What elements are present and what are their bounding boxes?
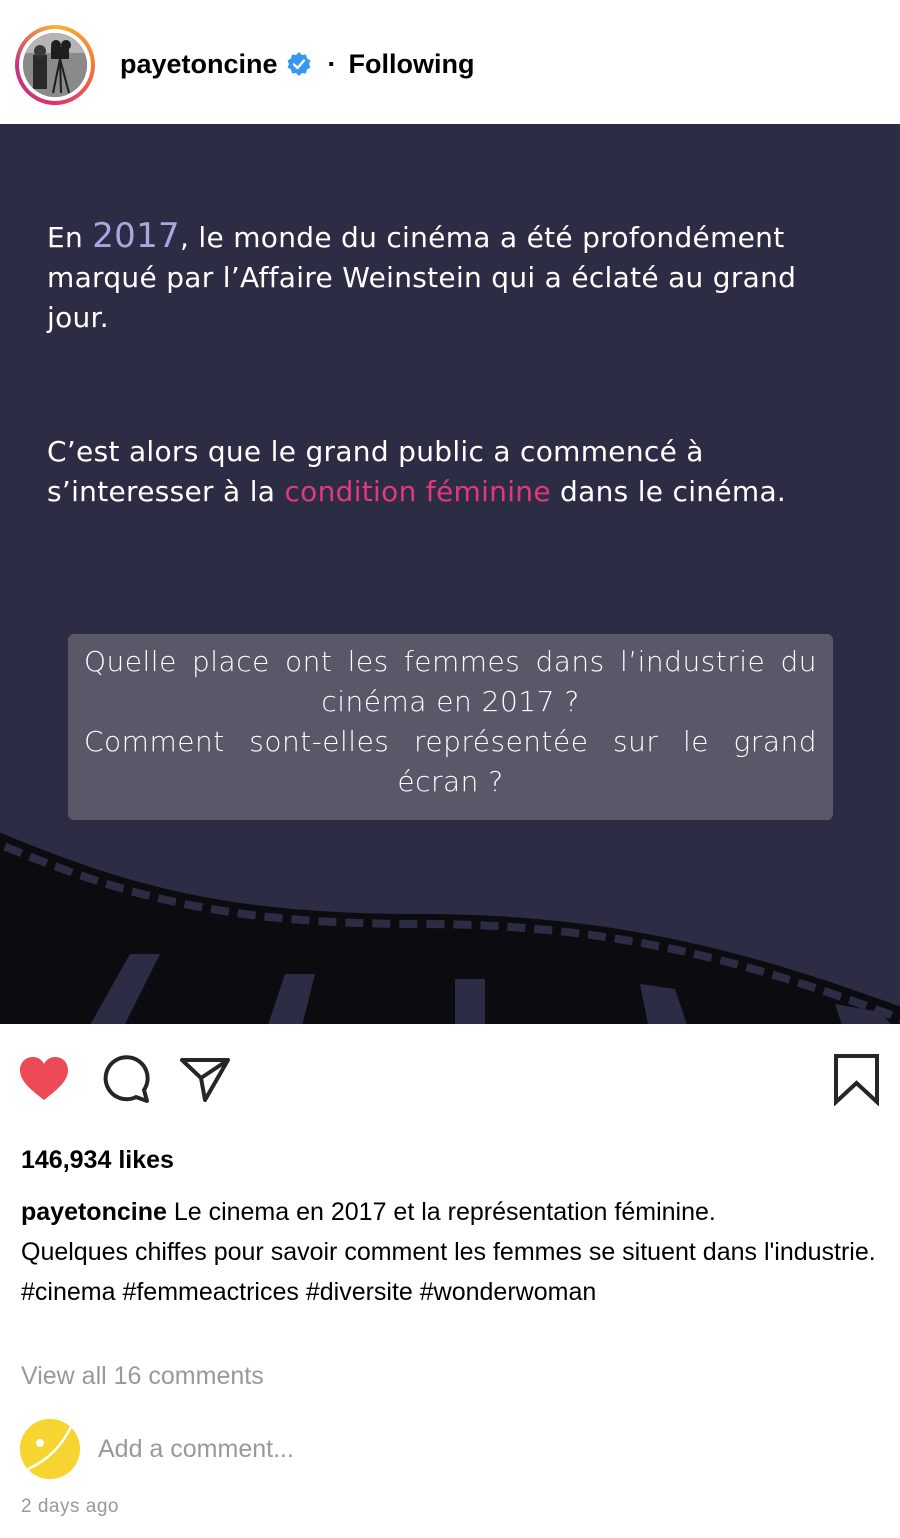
likes-count[interactable]: 146,934 likes [21, 1146, 174, 1175]
question-line-1: Quelle place ont les femmes dans l’indus… [84, 645, 817, 718]
verified-badge-icon [286, 51, 312, 77]
action-bar [0, 1050, 900, 1110]
comment-icon[interactable] [98, 1050, 154, 1106]
post-image[interactable]: En 2017, le monde du cinéma a été profon… [0, 124, 900, 1024]
caption-hashtags[interactable]: #cinema #femmeactrices #diversite #wonde… [21, 1278, 596, 1306]
profile-avatar[interactable] [15, 25, 95, 105]
caption-text-2: Quelques chiffes pour savoir comment les… [21, 1238, 876, 1266]
bookmark-icon[interactable] [830, 1050, 884, 1107]
paper-plane-icon[interactable] [178, 1050, 234, 1106]
user-avatar[interactable] [20, 1419, 80, 1479]
post-timestamp: 2 days ago [21, 1496, 119, 1517]
add-comment-row [20, 1418, 500, 1480]
following-button[interactable]: Following [349, 49, 475, 80]
caption-text-1: Le cinema en 2017 et la représentation f… [166, 1198, 716, 1226]
second-paragraph: C’est alors que le grand public a commen… [47, 435, 787, 508]
avatar-image [23, 33, 87, 97]
year-highlight: 2017 [92, 216, 180, 256]
add-comment-input[interactable] [96, 1433, 500, 1465]
post-header: payetoncine · Following [0, 0, 900, 124]
condition-feminine-highlight: condition féminine [284, 475, 551, 508]
header-username[interactable]: payetoncine [120, 49, 278, 80]
intro-paragraph: En 2017, le monde du cinéma a été profon… [47, 216, 797, 334]
question-box: Quelle place ont les femmes dans l’indus… [68, 634, 833, 820]
heart-filled-icon[interactable] [16, 1050, 72, 1106]
caption: payetoncine Le cinema en 2017 et la repr… [21, 1192, 881, 1312]
caption-username[interactable]: payetoncine [21, 1198, 167, 1226]
question-line-2: Comment sont-elles représentée sur le gr… [84, 725, 817, 798]
view-all-comments-link[interactable]: View all 16 comments [21, 1362, 264, 1391]
header-separator: · [327, 48, 337, 79]
